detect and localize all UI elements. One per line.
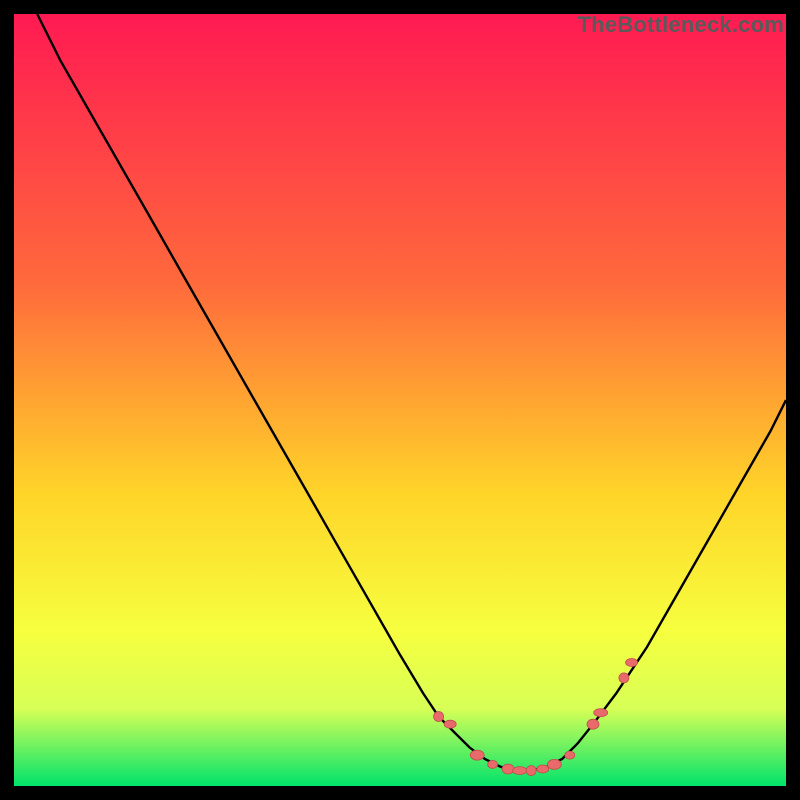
watermark-text: TheBottleneck.com	[578, 12, 784, 38]
curve-marker	[444, 720, 456, 728]
plot-canvas	[14, 14, 786, 786]
curve-marker	[565, 751, 575, 759]
curve-marker	[488, 760, 498, 768]
gradient-background	[14, 14, 786, 786]
curve-marker	[513, 767, 527, 775]
curve-marker	[626, 659, 638, 667]
chart-frame: TheBottleneck.com	[14, 14, 786, 786]
curve-marker	[434, 712, 444, 722]
curve-marker	[537, 765, 549, 773]
curve-marker	[526, 766, 536, 776]
curve-marker	[594, 709, 608, 717]
curve-marker	[502, 764, 514, 774]
curve-marker	[619, 673, 629, 683]
curve-marker	[547, 759, 561, 769]
curve-marker	[587, 719, 599, 729]
curve-marker	[470, 750, 484, 760]
